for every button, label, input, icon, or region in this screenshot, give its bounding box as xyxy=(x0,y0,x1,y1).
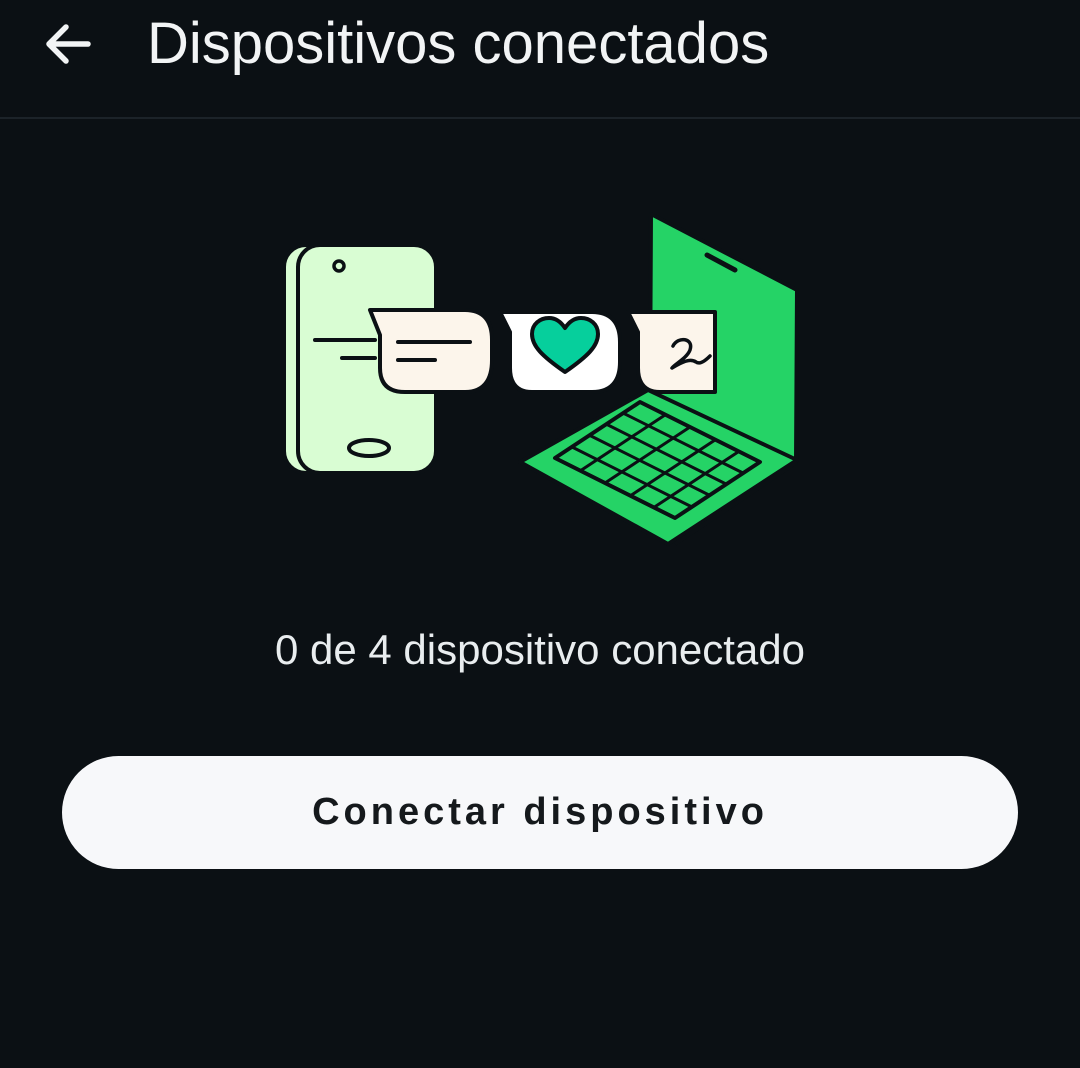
back-button[interactable] xyxy=(30,6,106,82)
linked-devices-illustration xyxy=(270,200,815,560)
message-bubble-icon xyxy=(368,308,494,394)
handwriting-bubble-icon xyxy=(626,310,717,394)
device-count-text: 0 de 4 dispositivo conectado xyxy=(274,626,806,673)
page-title: Dispositivos conectados xyxy=(147,11,770,76)
connect-device-button-label: Conectar dispositivo xyxy=(312,791,768,833)
connect-device-button[interactable]: Conectar dispositivo xyxy=(62,756,1018,869)
heart-bubble-icon xyxy=(498,310,622,394)
app-bar: Dispositivos conectados xyxy=(0,0,1080,119)
arrow-left-icon xyxy=(46,24,91,64)
